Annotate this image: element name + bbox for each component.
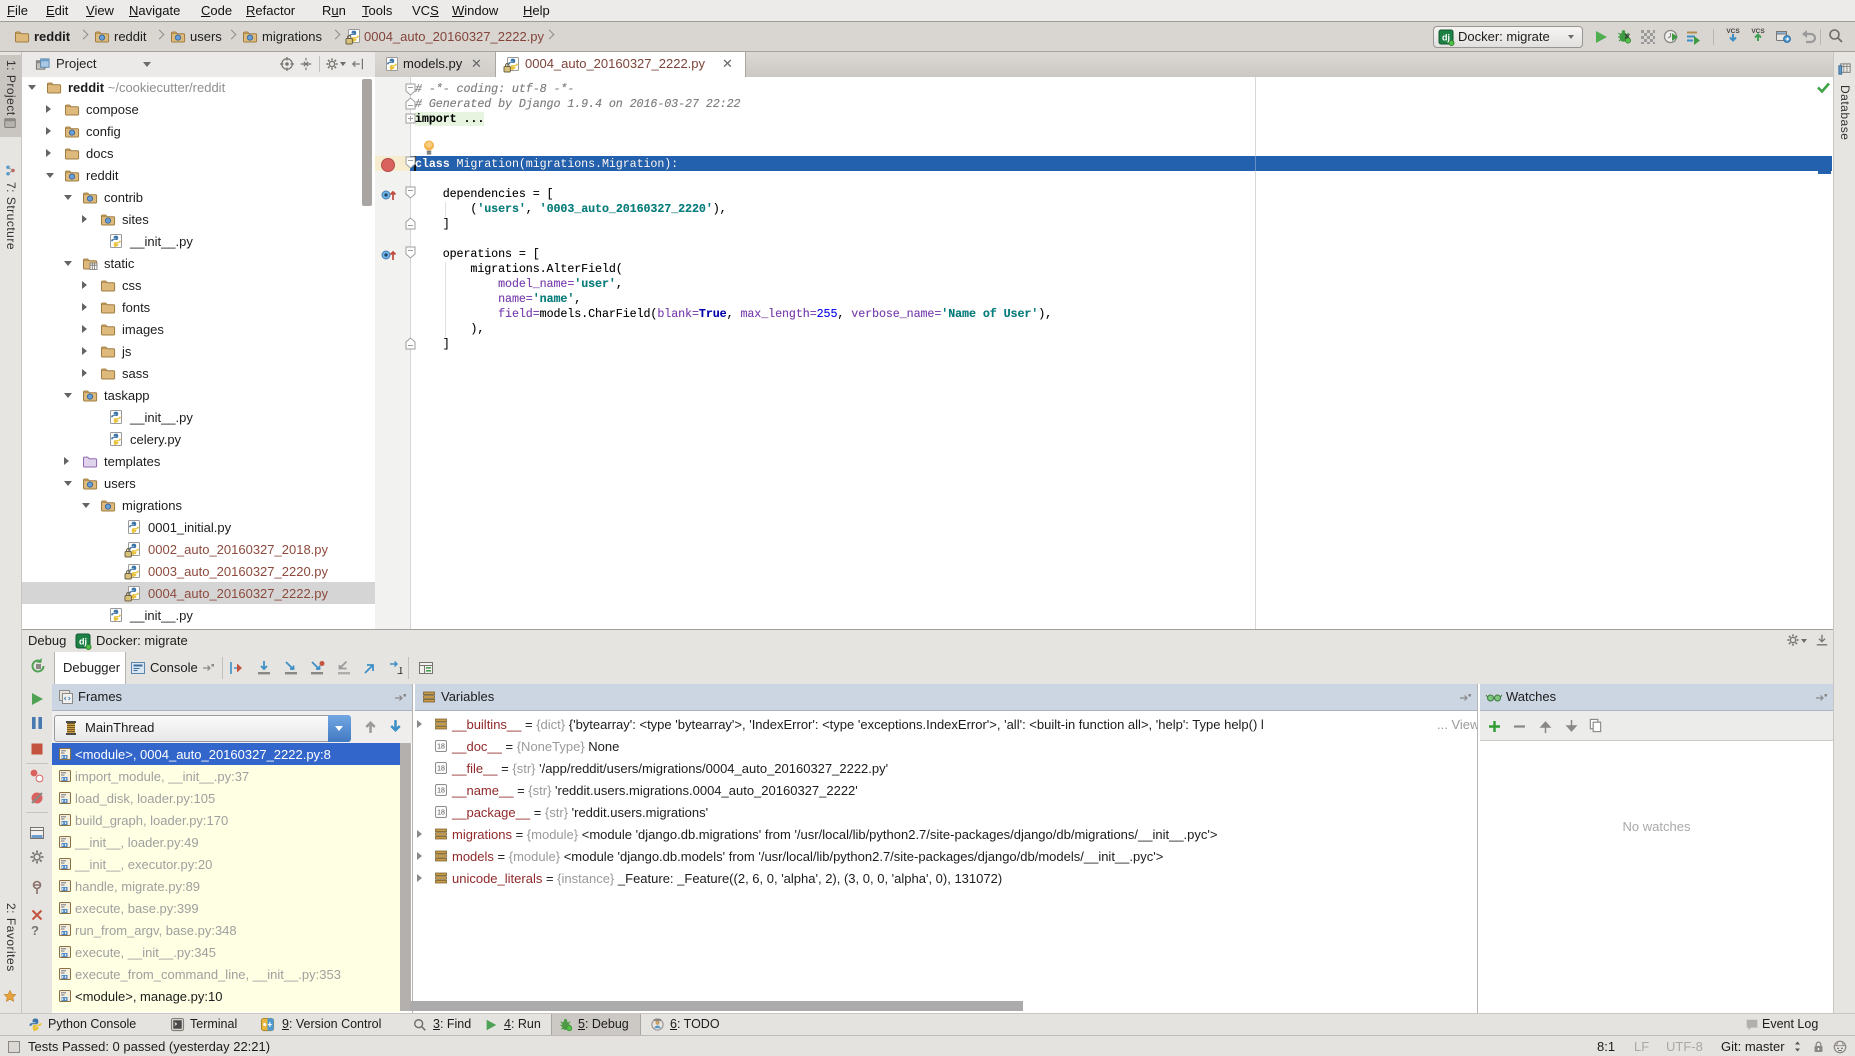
svg-text:dj: dj — [79, 637, 87, 647]
svg-text:VCS: VCS — [1726, 28, 1740, 35]
svg-text:I: I — [399, 665, 403, 677]
